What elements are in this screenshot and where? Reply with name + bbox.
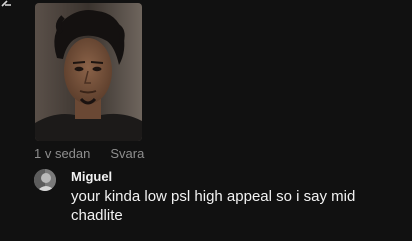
comment-author[interactable]: Miguel (71, 169, 406, 187)
reply-body: Miguel your kinda low psl high appeal so… (71, 169, 406, 225)
timestamp: 1 v sedan (34, 145, 91, 161)
comment-meta: 1 v sedan Svara (34, 145, 144, 161)
partial-icon (1, 0, 11, 7)
comment-thread: 1 v sedan Svara Miguel your kinda low ps… (0, 0, 412, 241)
comment-text: your kinda low psl high appeal so i say … (71, 188, 356, 224)
comment-image[interactable] (35, 3, 142, 141)
reply-button[interactable]: Svara (110, 146, 144, 161)
avatar[interactable] (34, 169, 56, 191)
